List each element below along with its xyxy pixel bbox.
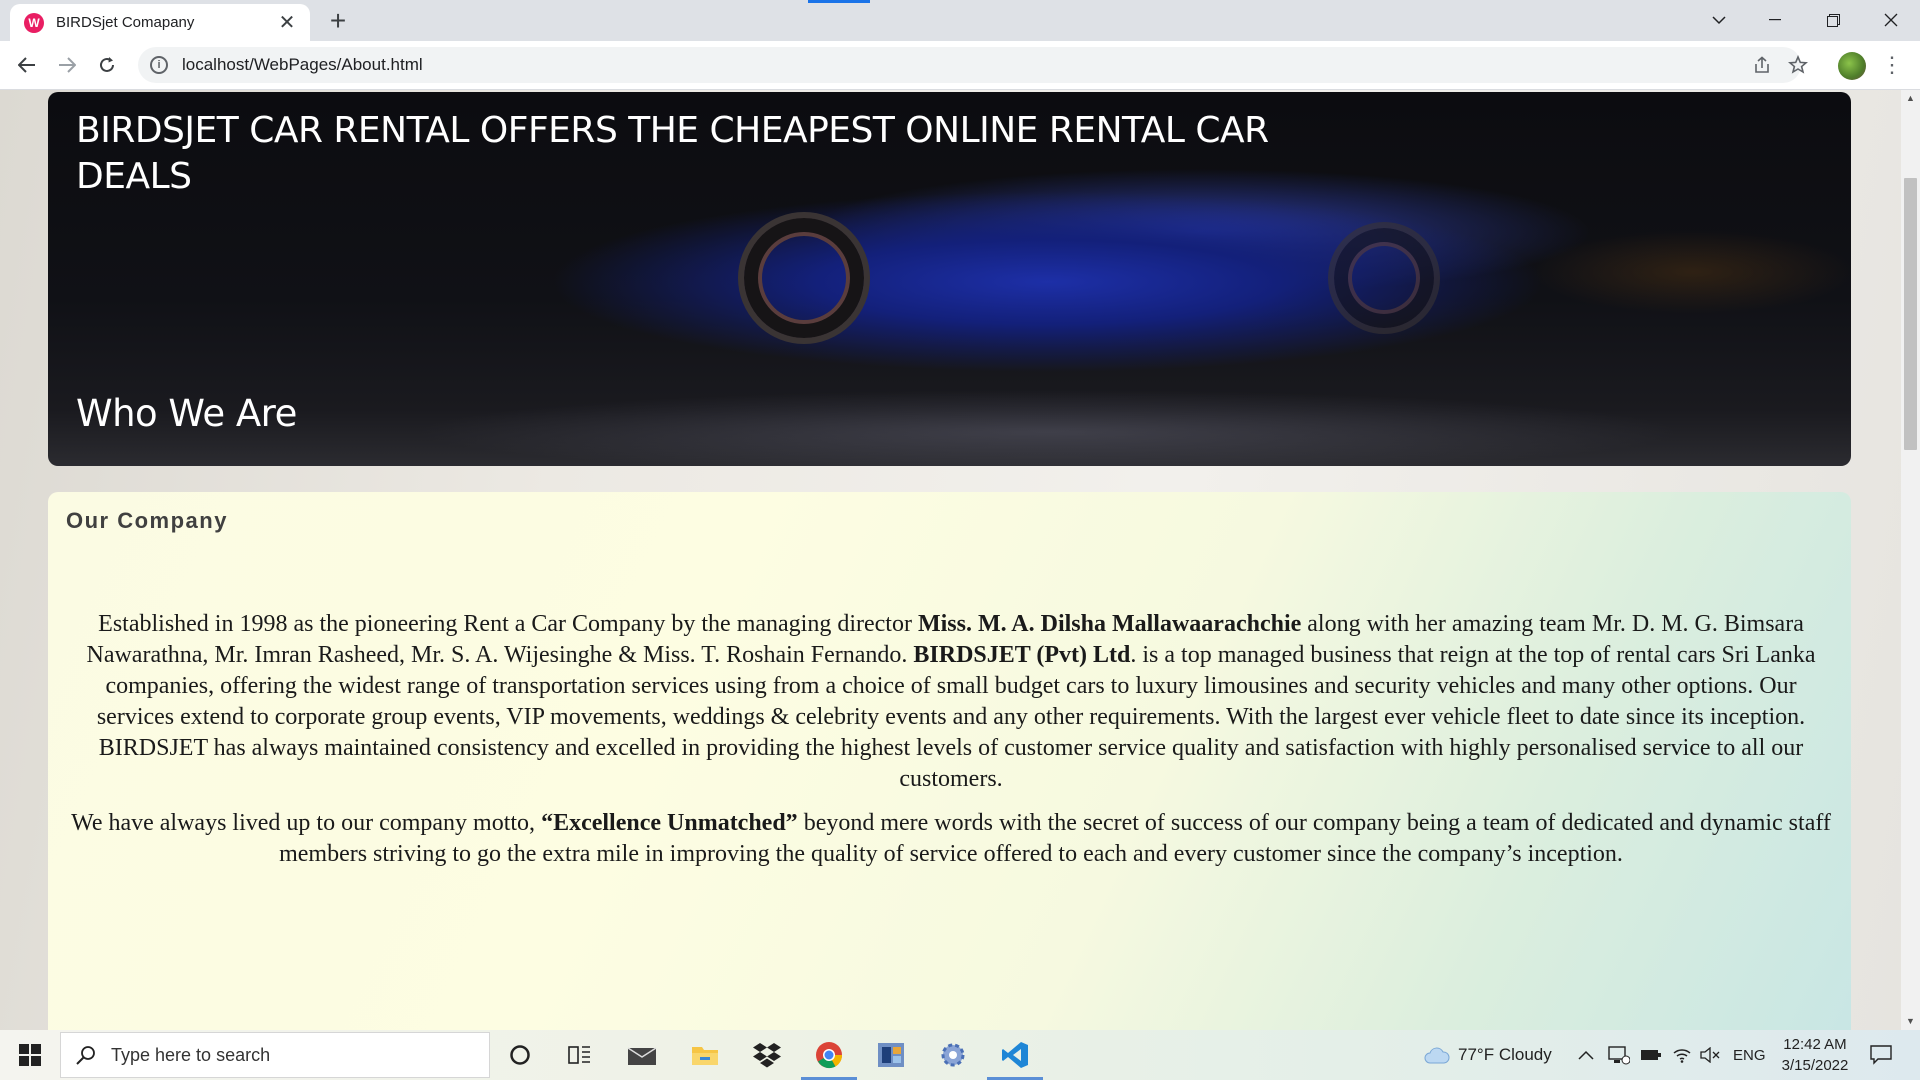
tray-overflow-icon[interactable] <box>1578 1030 1594 1080</box>
wifi-icon[interactable] <box>1672 1030 1692 1080</box>
hero-subtitle: Who We Are <box>76 392 297 435</box>
page-scrollbar[interactable]: ▲ ▼ <box>1901 90 1920 1030</box>
paragraph-text: We have always lived up to our company m… <box>71 810 542 836</box>
scrollbar-thumb[interactable] <box>1904 178 1917 450</box>
tab-close-icon[interactable]: ✕ <box>276 13 298 33</box>
profile-avatar[interactable] <box>1838 52 1866 80</box>
network-status-icon[interactable] <box>1608 1030 1630 1080</box>
page-viewport: BIRDSJET CAR RENTAL OFFERS THE CHEAPEST … <box>0 90 1901 1030</box>
browser-tab[interactable]: W BIRDSjet Comapany ✕ <box>10 4 310 41</box>
file-explorer-icon[interactable] <box>675 1030 735 1080</box>
forward-button[interactable] <box>51 49 83 81</box>
car-wheel-front-icon <box>738 212 870 344</box>
cortana-icon[interactable] <box>490 1030 550 1080</box>
tab-loading-indicator <box>808 0 870 3</box>
director-name: Miss. M. A. Dilsha Mallawaarachchie <box>917 611 1302 637</box>
search-placeholder: Type here to search <box>111 1044 271 1065</box>
clock-time: 12:42 AM <box>1783 1036 1847 1053</box>
cloudy-weather-icon <box>1424 1047 1450 1064</box>
company-paragraph-2: We have always lived up to our company m… <box>70 808 1832 870</box>
site-favicon-icon: W <box>24 12 44 33</box>
task-view-icon[interactable] <box>550 1030 610 1080</box>
search-icon <box>76 1046 95 1065</box>
volume-muted-icon[interactable] <box>1700 1030 1720 1080</box>
hero-title: BIRDSJET CAR RENTAL OFFERS THE CHEAPEST … <box>76 110 1269 197</box>
company-paragraph-1: Established in 1998 as the pioneering Re… <box>70 609 1832 795</box>
windows-taskbar: Type here to search 77°F Cloudy ENG 12:4… <box>0 1030 1920 1080</box>
back-button[interactable] <box>11 49 43 81</box>
settings-icon[interactable] <box>923 1030 983 1080</box>
windows-logo-icon <box>19 1044 41 1066</box>
tab-search-icon[interactable] <box>1696 2 1742 38</box>
vscode-icon[interactable] <box>985 1030 1045 1080</box>
section-heading: Our Company <box>66 508 228 533</box>
url-text[interactable]: localhost/WebPages/About.html <box>182 55 423 75</box>
language-indicator[interactable]: ENG <box>1733 1030 1766 1080</box>
share-icon[interactable] <box>1750 53 1774 77</box>
close-window-button[interactable] <box>1868 2 1914 38</box>
new-tab-button[interactable]: + <box>322 6 354 38</box>
scroll-up-icon[interactable]: ▲ <box>1901 90 1920 107</box>
weather-widget[interactable]: 77°F Cloudy <box>1424 1030 1552 1080</box>
company-section: Our Company Established in 1998 as the p… <box>48 492 1851 1030</box>
company-motto: “Excellence Unmatched” <box>541 810 798 836</box>
notification-center-icon[interactable] <box>1866 1040 1896 1070</box>
scroll-down-icon[interactable]: ▼ <box>1901 1013 1920 1030</box>
browser-menu-icon[interactable]: ⋮ <box>1880 51 1904 81</box>
restore-button[interactable] <box>1810 2 1856 38</box>
app-icon[interactable] <box>861 1030 921 1080</box>
mail-icon[interactable] <box>612 1030 672 1080</box>
bookmark-star-icon[interactable] <box>1786 53 1810 77</box>
chrome-icon[interactable] <box>799 1030 859 1080</box>
system-clock[interactable]: 12:42 AM 3/15/2022 <box>1768 1034 1862 1076</box>
site-info-icon[interactable]: i <box>150 56 168 74</box>
clock-date: 3/15/2022 <box>1781 1057 1849 1074</box>
company-name: BIRDSJET (Pvt) Ltd <box>913 642 1131 668</box>
dropbox-icon[interactable] <box>737 1030 797 1080</box>
browser-toolbar: i localhost/WebPages/About.html ⋮ <box>0 41 1920 90</box>
browser-tab-bar: W BIRDSjet Comapany ✕ + <box>0 0 1920 41</box>
paragraph-text: Established in 1998 as the pioneering Re… <box>98 611 918 637</box>
weather-text: 77°F Cloudy <box>1458 1045 1552 1064</box>
taskbar-search-box[interactable]: Type here to search <box>60 1032 490 1078</box>
reload-button[interactable] <box>91 49 123 81</box>
battery-icon[interactable] <box>1640 1030 1662 1080</box>
start-button[interactable] <box>0 1030 60 1080</box>
hero-banner: BIRDSJET CAR RENTAL OFFERS THE CHEAPEST … <box>48 92 1851 466</box>
car-wheel-rear-icon <box>1328 222 1440 334</box>
tab-title: BIRDSjet Comapany <box>56 14 195 31</box>
address-bar[interactable]: i localhost/WebPages/About.html <box>138 47 1808 83</box>
minimize-button[interactable] <box>1752 2 1798 38</box>
